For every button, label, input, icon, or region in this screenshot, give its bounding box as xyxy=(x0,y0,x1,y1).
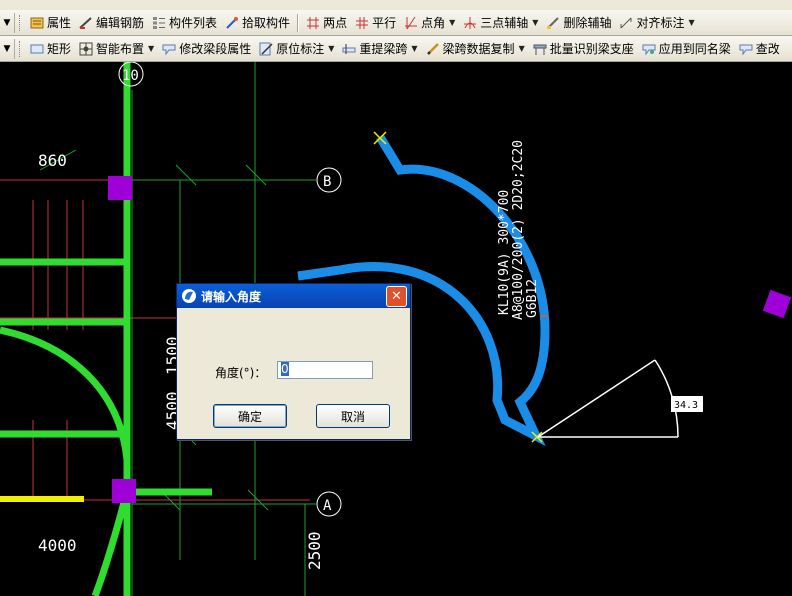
rectangle-button[interactable]: 矩形 xyxy=(26,39,75,59)
copy-span-icon xyxy=(426,42,439,55)
dim-4000: 4000 xyxy=(38,536,77,555)
beam-annotation-1: KL10(9A) 300*700 xyxy=(497,190,512,315)
properties-label: 属性 xyxy=(47,16,72,30)
axis-label-10: 10 xyxy=(122,68,139,84)
chevron-down-icon[interactable]: ▼ xyxy=(148,44,154,53)
angle-input-value: 0 xyxy=(281,362,289,376)
point-angle-button[interactable]: 点角 ▼ xyxy=(400,13,459,33)
point-angle-icon xyxy=(405,16,418,29)
toolbar-edit: ▼ 属性 编辑钢筋 构件列表 拾取构件 两点 平行 点角 ▼ 三点辅轴 ▼ 删除… xyxy=(0,10,792,36)
parallel-label: 平行 xyxy=(372,16,397,30)
parallel-icon xyxy=(356,16,369,29)
in-situ-label-button[interactable]: 原位标注 ▼ xyxy=(255,39,338,59)
copy-span-button[interactable]: 梁跨数据复制 ▼ xyxy=(422,39,529,59)
delete-axis-icon xyxy=(547,16,560,29)
rectangle-icon xyxy=(30,44,44,53)
align-dimension-icon xyxy=(620,17,632,28)
query-icon xyxy=(739,44,753,55)
batch-support-label: 批量识别梁支座 xyxy=(549,42,634,56)
smart-layout-icon xyxy=(79,42,93,55)
copy-span-label: 梁跨数据复制 xyxy=(442,42,515,56)
toolbar-draw: ▼ 矩形 智能布置 ▼ 修改梁段属性 原位标注 ▼ 重提梁跨 ▼ 梁跨数据复制 … xyxy=(0,36,792,62)
cancel-button[interactable]: 取消 xyxy=(316,404,390,428)
chevron-down-icon[interactable]: ▼ xyxy=(519,44,525,53)
rectangle-label: 矩形 xyxy=(47,42,72,56)
component-list-icon xyxy=(153,16,166,29)
two-point-label: 两点 xyxy=(323,16,348,30)
axis-label-b: B xyxy=(323,174,331,190)
chevron-down-icon[interactable]: ▼ xyxy=(532,18,538,27)
beam-annotation-3: G6B12 xyxy=(525,279,540,318)
in-situ-label-label: 原位标注 xyxy=(276,42,325,56)
modify-beam-button[interactable]: 修改梁段属性 xyxy=(158,39,255,59)
properties-button[interactable]: 属性 xyxy=(26,13,75,33)
dim-2500: 2500 xyxy=(305,531,324,570)
component-list-button[interactable]: 构件列表 xyxy=(148,13,221,33)
batch-support-button[interactable]: 批量识别梁支座 xyxy=(529,39,638,59)
apply-same-beam-label: 应用到同名梁 xyxy=(658,42,731,56)
angle-field-label: 角度(°)： xyxy=(215,366,267,380)
batch-support-icon xyxy=(533,44,547,55)
angle-input-dialog: 请输入角度 ✕ 角度(°)： 0 确定 取消 xyxy=(176,283,411,440)
dim-860: 860 xyxy=(38,151,67,170)
two-point-button[interactable]: 两点 xyxy=(302,13,351,33)
two-point-icon xyxy=(307,16,320,29)
query-button[interactable]: 查改 xyxy=(735,39,784,59)
chevron-down-icon[interactable]: ▼ xyxy=(328,44,334,53)
align-dimension-label: 对齐标注 xyxy=(636,16,685,30)
beam-annotation-2: A8@100/200(2) 2D20;2C20 xyxy=(511,140,526,320)
chevron-down-icon[interactable]: ▼ xyxy=(449,18,455,27)
dialog-title: 请输入角度 xyxy=(201,289,262,304)
dialog-body: 角度(°)： 0 确定 取消 xyxy=(177,308,410,438)
apply-same-beam-button[interactable]: 应用到同名梁 xyxy=(638,39,735,59)
parallel-button[interactable]: 平行 xyxy=(351,13,400,33)
toolbar-grip[interactable] xyxy=(19,40,23,57)
pick-component-icon xyxy=(226,16,239,29)
toolbar-grip[interactable] xyxy=(19,14,23,31)
component-list-label: 构件列表 xyxy=(169,16,218,30)
modify-beam-label: 修改梁段属性 xyxy=(179,42,252,56)
edit-rebar-icon xyxy=(79,16,92,29)
angle-value: 34.3 xyxy=(674,400,698,411)
three-point-axis-icon xyxy=(464,16,477,29)
query-label: 查改 xyxy=(755,42,780,56)
re-extract-span-icon xyxy=(342,43,356,54)
dialog-titlebar[interactable]: 请输入角度 ✕ xyxy=(177,284,410,308)
smart-layout-button[interactable]: 智能布置 ▼ xyxy=(75,39,158,59)
ok-button[interactable]: 确定 xyxy=(213,404,287,428)
angle-input[interactable]: 0 xyxy=(277,361,373,379)
close-icon[interactable]: ✕ xyxy=(386,285,407,307)
three-point-axis-label: 三点辅轴 xyxy=(480,16,529,30)
in-situ-label-icon xyxy=(259,42,273,55)
align-dimension-button[interactable]: 对齐标注 ▼ xyxy=(615,13,698,33)
separator xyxy=(297,13,300,32)
edit-rebar-button[interactable]: 编辑钢筋 xyxy=(75,13,148,33)
smart-layout-label: 智能布置 xyxy=(96,42,145,56)
re-extract-span-label: 重提梁跨 xyxy=(359,42,408,56)
pick-component-label: 拾取构件 xyxy=(242,16,291,30)
point-angle-label: 点角 xyxy=(421,16,446,30)
modify-beam-icon xyxy=(162,44,176,55)
chevron-down-icon[interactable]: ▼ xyxy=(411,44,417,53)
app-icon xyxy=(182,289,196,303)
three-point-axis-button[interactable]: 三点辅轴 ▼ xyxy=(459,13,542,33)
toolbar-dropdown-icon[interactable]: ▼ xyxy=(0,38,15,59)
delete-axis-button[interactable]: 删除辅轴 xyxy=(542,13,615,33)
properties-icon xyxy=(30,17,44,28)
pick-component-button[interactable]: 拾取构件 xyxy=(221,13,294,33)
edit-rebar-label: 编辑钢筋 xyxy=(96,16,145,30)
delete-axis-label: 删除辅轴 xyxy=(563,16,612,30)
axis-label-a: A xyxy=(323,498,332,514)
toolbar-dropdown-icon[interactable]: ▼ xyxy=(0,12,15,33)
re-extract-span-button[interactable]: 重提梁跨 ▼ xyxy=(338,39,421,59)
chevron-down-icon[interactable]: ▼ xyxy=(688,18,694,27)
apply-same-beam-icon xyxy=(642,44,656,55)
